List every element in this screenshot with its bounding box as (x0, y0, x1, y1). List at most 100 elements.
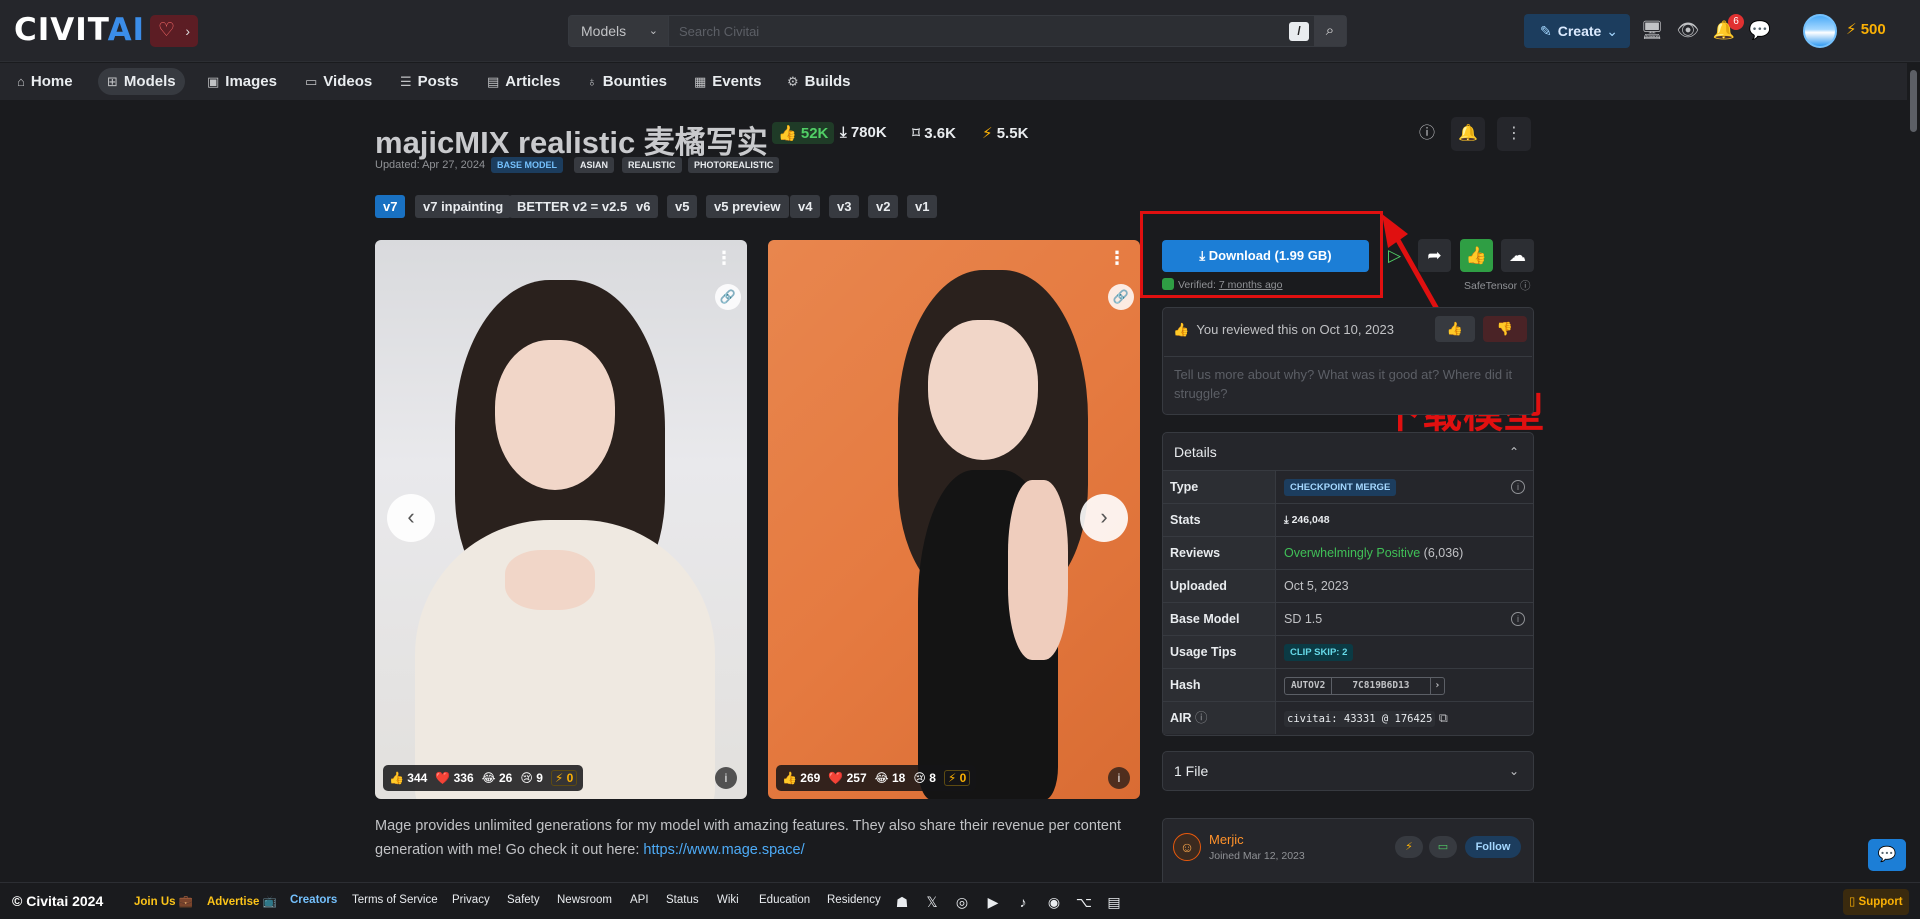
upload-monitor-icon[interactable]: 🖥 (1640, 18, 1664, 42)
chat-icon[interactable]: 💬 (1748, 18, 1772, 42)
version-tab-v2[interactable]: v2 (868, 195, 899, 218)
reviews-summary-link[interactable]: Overwhelmingly Positive (1284, 546, 1420, 560)
footer-link-advertise[interactable]: Advertise 📺 (207, 894, 277, 908)
creator-avatar[interactable]: ☺ (1173, 833, 1201, 861)
reddit-icon[interactable]: ◉ (1045, 893, 1063, 911)
copy-icon[interactable]: ⧉ (1439, 711, 1448, 725)
buzz-balance[interactable]: ⚡ 500 (1846, 20, 1886, 38)
version-tab-v1[interactable]: v1 (907, 195, 938, 218)
tiktok-icon[interactable]: ♪ (1014, 893, 1032, 911)
review-thumbs-up-button[interactable]: 👍 (1435, 316, 1475, 342)
version-tab-v6[interactable]: v6 (628, 195, 659, 218)
nav-item-bounties[interactable]: ♁ Bounties (578, 68, 676, 95)
reaction-like[interactable]: 👍 269 (782, 771, 820, 785)
reaction-buzz[interactable]: ⚡ 0 (943, 770, 971, 786)
message-button[interactable]: ▭ (1429, 836, 1457, 858)
info-icon[interactable]: i (715, 767, 737, 789)
tag-realistic[interactable]: REALISTIC (622, 157, 682, 173)
create-button[interactable]: ✎ Create ⌄ (1524, 14, 1630, 48)
info-icon[interactable]: ⓘ (1520, 280, 1531, 292)
search-category-select[interactable]: Models ⌄ (569, 16, 669, 46)
reaction-like[interactable]: 👍 344 (389, 771, 427, 785)
youtube-icon[interactable]: ▶ (984, 893, 1002, 911)
tag-photorealistic[interactable]: PHOTOREALISTIC (688, 157, 780, 173)
nav-item-articles[interactable]: ▤ Articles (478, 68, 569, 95)
footer-link-safety[interactable]: Safety (507, 894, 540, 906)
x-twitter-icon[interactable]: 𝕏 (923, 893, 941, 911)
version-tab-better-v2[interactable]: BETTER v2 = v2.5 (509, 195, 636, 218)
version-tab-v4[interactable]: v4 (790, 195, 821, 218)
footer-link-api[interactable]: API (630, 894, 649, 906)
footer-link-residency[interactable]: Residency (827, 894, 881, 906)
reaction-laugh[interactable]: 😂 26 (482, 771, 513, 785)
nav-item-posts[interactable]: ☰ Posts (391, 68, 468, 95)
reaction-laugh[interactable]: 😂 18 (875, 771, 906, 785)
scrollbar-thumb[interactable] (1910, 70, 1917, 132)
github-icon[interactable]: ⌥ (1075, 893, 1093, 911)
chat-floating-button[interactable]: 💬 (1868, 839, 1906, 871)
nav-item-models[interactable]: ⊞ Models (98, 68, 185, 95)
info-button[interactable]: ⓘ (1410, 117, 1444, 151)
notify-button[interactable]: 🔔 (1451, 117, 1485, 151)
version-tab-v5-preview[interactable]: v5 preview (706, 195, 789, 218)
files-accordion[interactable]: 1 File ⌄ (1162, 751, 1534, 791)
twitch-icon[interactable]: ▤ (1105, 893, 1123, 911)
review-comment-input[interactable] (1164, 356, 1532, 412)
version-tab-v7[interactable]: v7 (375, 195, 406, 218)
dots-vertical-icon[interactable]: ⋮ (1108, 248, 1126, 269)
footer-link-status[interactable]: Status (666, 894, 699, 906)
nav-item-events[interactable]: ▦ Events (685, 68, 771, 95)
reaction-cry[interactable]: 😢 8 (913, 771, 936, 785)
footer-link-join-us[interactable]: Join Us 💼 (134, 894, 193, 908)
carousel-next-button[interactable]: › (1080, 494, 1128, 542)
version-tab-v3[interactable]: v3 (829, 195, 860, 218)
nav-item-images[interactable]: ▣ Images (198, 68, 286, 95)
reaction-buzz[interactable]: ⚡ 0 (550, 770, 578, 786)
reaction-heart[interactable]: ❤️ 257 (828, 771, 866, 785)
reaction-cry[interactable]: 😢 9 (520, 771, 543, 785)
hash-box[interactable]: AUTOV2 7C819B6D13 › (1284, 676, 1446, 695)
review-thumbs-down-button[interactable]: 👎 (1483, 316, 1527, 342)
version-tab-v7-inpainting[interactable]: v7 inpainting (415, 195, 512, 218)
cloud-save-button[interactable]: ☁ (1501, 239, 1534, 272)
instagram-icon[interactable]: ◎ (953, 893, 971, 911)
carousel-prev-button[interactable]: ‹ (387, 494, 435, 542)
info-icon[interactable]: ⓘ (1195, 711, 1208, 725)
search-input[interactable] (679, 16, 1239, 46)
footer-link-newsroom[interactable]: Newsroom (557, 894, 612, 906)
footer-link-terms[interactable]: Terms of Service (352, 894, 438, 906)
reaction-heart[interactable]: ❤️ 336 (435, 771, 473, 785)
creator-name[interactable]: Merjic (1209, 832, 1244, 847)
info-icon[interactable]: i (1511, 480, 1525, 494)
version-tab-v5[interactable]: v5 (667, 195, 698, 218)
info-icon[interactable]: i (1511, 612, 1525, 626)
nav-item-videos[interactable]: ▭ Videos (296, 68, 381, 95)
footer-link-privacy[interactable]: Privacy (452, 894, 490, 906)
gallery-image-1[interactable]: ⋮ 🔗 ‹ 👍 344 ❤️ 336 😂 26 😢 9 ⚡ 0 i (375, 240, 747, 799)
eye-icon[interactable]: 👁 (1676, 18, 1700, 42)
dots-vertical-icon[interactable]: ⋮ (715, 248, 733, 269)
footer-link-creators[interactable]: Creators (290, 894, 337, 906)
footer-link-wiki[interactable]: Wiki (717, 894, 739, 906)
gallery-image-2[interactable]: ⋮ 🔗 › 👍 269 ❤️ 257 😂 18 😢 8 ⚡ 0 i (768, 240, 1140, 799)
search-button[interactable]: ⌕ (1314, 16, 1346, 46)
nav-item-builds[interactable]: ⚙ Builds (778, 68, 860, 95)
footer-link-education[interactable]: Education (759, 894, 810, 906)
discord-icon[interactable]: ☗ (893, 893, 911, 911)
details-header[interactable]: Details ⌃ (1163, 433, 1533, 471)
civitai-logo[interactable]: CIVITAI (14, 12, 145, 48)
follow-button[interactable]: Follow (1465, 836, 1521, 858)
tag-asian[interactable]: ASIAN (574, 157, 615, 173)
info-icon[interactable]: i (1108, 767, 1130, 789)
user-avatar[interactable] (1803, 14, 1837, 48)
mage-link[interactable]: https://www.mage.space/ (643, 842, 804, 858)
nav-item-home[interactable]: ⌂ Home (8, 68, 82, 95)
more-menu-button[interactable]: ⋮ (1497, 117, 1531, 151)
support-heart-button[interactable]: ♡ › (150, 15, 198, 47)
link-icon[interactable]: 🔗 (1108, 284, 1134, 310)
link-icon[interactable]: 🔗 (715, 284, 741, 310)
tip-buzz-button[interactable]: ⚡ (1395, 836, 1423, 858)
page-scrollbar[interactable] (1907, 62, 1920, 882)
tag-base-model[interactable]: BASE MODEL (491, 157, 564, 173)
support-button[interactable]: ▯ Support (1843, 889, 1909, 915)
